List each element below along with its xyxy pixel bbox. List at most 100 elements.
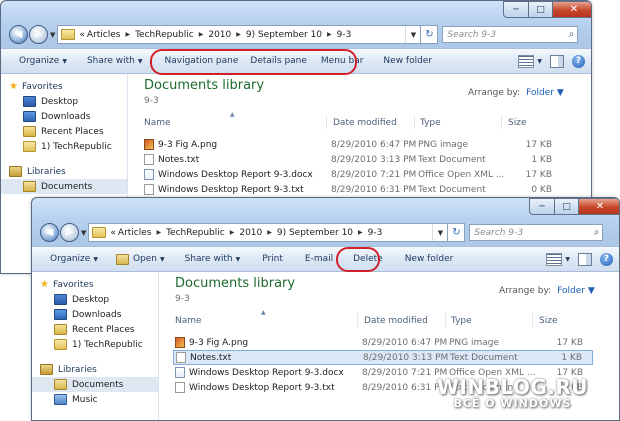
help-icon[interactable]: ? <box>572 54 585 68</box>
search-icon[interactable]: ⌕ <box>594 227 600 238</box>
chevron-right-icon[interactable]: ▶ <box>263 229 276 236</box>
file-row[interactable]: Notes.txt 8/29/2010 3:13 PM Text Document 1… <box>142 152 562 167</box>
chevron-down-icon[interactable]: ▼ <box>537 58 542 65</box>
refresh-button[interactable]: ↻ <box>448 223 466 242</box>
chevron-right-icon[interactable]: ▶ <box>354 229 367 236</box>
chevron-right-icon[interactable]: ▶ <box>195 31 208 38</box>
column-divider[interactable] <box>414 115 415 129</box>
recent-pages-dropdown-icon[interactable]: ▼ <box>50 31 55 39</box>
nav-favorites[interactable]: ★ Favorites <box>1 79 127 94</box>
file-row[interactable]: 9-3 Fig A.png 8/29/2010 6:47 PM PNG image 1… <box>173 335 593 350</box>
organize-button[interactable]: Organize ▼ <box>32 254 106 264</box>
file-row[interactable]: Windows Desktop Report 9-3.txt 8/29/2010 … <box>142 182 562 197</box>
chevron-right-icon[interactable]: ▶ <box>226 229 239 236</box>
back-button[interactable]: ◀ <box>9 25 28 44</box>
chevron-right-icon[interactable]: ▶ <box>323 31 336 38</box>
back-button[interactable]: ◀ <box>40 223 59 242</box>
nav-favorites[interactable]: ★ Favorites <box>32 277 158 292</box>
address-dropdown-icon[interactable]: ▼ <box>405 26 420 43</box>
preview-pane-icon[interactable] <box>550 54 564 68</box>
nav-item-label: Downloads <box>41 111 91 122</box>
breadcrumb-9-3[interactable]: 9-3 <box>367 228 384 238</box>
breadcrumb-overflow[interactable]: « <box>109 228 117 238</box>
address-bar[interactable]: « Articles ▶ TechRepublic ▶ 2010 ▶ 9) Se… <box>57 25 422 44</box>
close-button[interactable]: ✕ <box>579 198 619 215</box>
chevron-right-icon[interactable]: ▶ <box>232 31 245 38</box>
help-icon[interactable]: ? <box>600 252 613 266</box>
print-button[interactable]: Print <box>248 254 291 264</box>
change-view-icon[interactable] <box>518 54 535 68</box>
search-input[interactable]: Search 9-3 ⌕ <box>442 26 579 43</box>
chevron-down-icon[interactable]: ▼ <box>565 256 570 263</box>
breadcrumb-2010[interactable]: 2010 <box>238 228 263 238</box>
chevron-right-icon[interactable]: ▶ <box>152 229 165 236</box>
file-row[interactable]: 9-3 Fig A.png 8/29/2010 6:47 PM PNG image 1… <box>142 137 562 152</box>
breadcrumb-9-3[interactable]: 9-3 <box>336 30 353 40</box>
breadcrumb-articles[interactable]: Articles <box>86 30 122 40</box>
file-row[interactable]: Windows Desktop Report 9-3.docx 8/29/2010… <box>142 167 562 182</box>
column-header-size[interactable]: Size <box>539 316 557 326</box>
breadcrumb-techrepublic[interactable]: TechRepublic <box>134 30 195 40</box>
forward-button[interactable]: ▶ <box>60 223 79 242</box>
recent-pages-dropdown-icon[interactable]: ▼ <box>81 229 86 237</box>
forward-button[interactable]: ▶ <box>29 25 48 44</box>
column-header-name[interactable]: Name <box>175 316 202 326</box>
nav-item-desktop[interactable]: Desktop <box>1 94 127 109</box>
new-folder-button[interactable]: New folder <box>391 254 462 264</box>
breadcrumb-techrepublic[interactable]: TechRepublic <box>165 228 226 238</box>
breadcrumb-september[interactable]: 9) September 10 <box>245 30 323 40</box>
breadcrumb-september[interactable]: 9) September 10 <box>276 228 354 238</box>
maximize-button[interactable]: □ <box>529 1 553 18</box>
file-row[interactable]: Notes.txt 8/29/2010 3:13 PM Text Document 1… <box>173 350 593 365</box>
nav-item-techrepublic[interactable]: 1) TechRepublic <box>32 337 158 352</box>
breadcrumb-articles[interactable]: Articles <box>117 228 153 238</box>
column-header-date[interactable]: Date modified <box>333 118 397 128</box>
nav-item-recent-places[interactable]: Recent Places <box>1 124 127 139</box>
nav-item-desktop[interactable]: Desktop <box>32 292 158 307</box>
nav-libraries[interactable]: Libraries <box>1 164 127 179</box>
breadcrumb-overflow[interactable]: « <box>78 30 86 40</box>
search-icon[interactable]: ⌕ <box>569 29 575 40</box>
nav-item-downloads[interactable]: Downloads <box>32 307 158 322</box>
column-header-type[interactable]: Type <box>420 118 441 128</box>
preview-pane-icon[interactable] <box>578 252 592 266</box>
minimize-button[interactable]: ─ <box>503 1 529 18</box>
share-with-button[interactable]: Share with ▼ <box>173 254 249 264</box>
share-with-button[interactable]: Share with ▼ <box>75 56 151 66</box>
column-divider[interactable] <box>326 115 327 129</box>
png-file-icon <box>144 139 154 150</box>
nav-libraries[interactable]: Libraries <box>32 362 158 377</box>
email-button[interactable]: E-mail <box>291 254 341 264</box>
open-button[interactable]: Open ▼ <box>106 253 173 265</box>
refresh-button[interactable]: ↻ <box>421 25 439 44</box>
share-with-label: Share with <box>184 254 233 264</box>
address-dropdown-icon[interactable]: ▼ <box>432 224 447 241</box>
column-divider[interactable] <box>357 313 358 327</box>
nav-item-recent-places[interactable]: Recent Places <box>32 322 158 337</box>
arrange-by-dropdown[interactable]: Folder ▼ <box>526 88 564 98</box>
maximize-button[interactable]: □ <box>555 198 579 215</box>
organize-button[interactable]: Organize ▼ <box>1 56 75 66</box>
column-header-type[interactable]: Type <box>451 316 472 326</box>
column-divider[interactable] <box>501 115 502 129</box>
file-size: 1 KB <box>531 154 552 165</box>
change-view-icon[interactable] <box>546 252 563 266</box>
column-header-date[interactable]: Date modified <box>364 316 428 326</box>
breadcrumb-2010[interactable]: 2010 <box>207 30 232 40</box>
nav-item-music[interactable]: Music <box>32 392 158 407</box>
column-divider[interactable] <box>532 313 533 327</box>
nav-item-documents[interactable]: Documents <box>1 179 127 194</box>
arrange-by-dropdown[interactable]: Folder ▼ <box>557 286 595 296</box>
column-divider[interactable] <box>445 313 446 327</box>
new-folder-button[interactable]: New folder <box>371 56 440 66</box>
nav-item-techrepublic[interactable]: 1) TechRepublic <box>1 139 127 154</box>
address-bar[interactable]: « Articles ▶ TechRepublic ▶ 2010 ▶ 9) Se… <box>88 223 449 242</box>
nav-item-documents[interactable]: Documents <box>32 377 158 392</box>
nav-item-downloads[interactable]: Downloads <box>1 109 127 124</box>
search-input[interactable]: Search 9-3 ⌕ <box>469 224 604 241</box>
chevron-right-icon[interactable]: ▶ <box>121 31 134 38</box>
column-header-size[interactable]: Size <box>508 118 526 128</box>
close-button[interactable]: ✕ <box>553 1 591 18</box>
column-header-name[interactable]: Name <box>144 118 171 128</box>
minimize-button[interactable]: ─ <box>529 198 555 215</box>
